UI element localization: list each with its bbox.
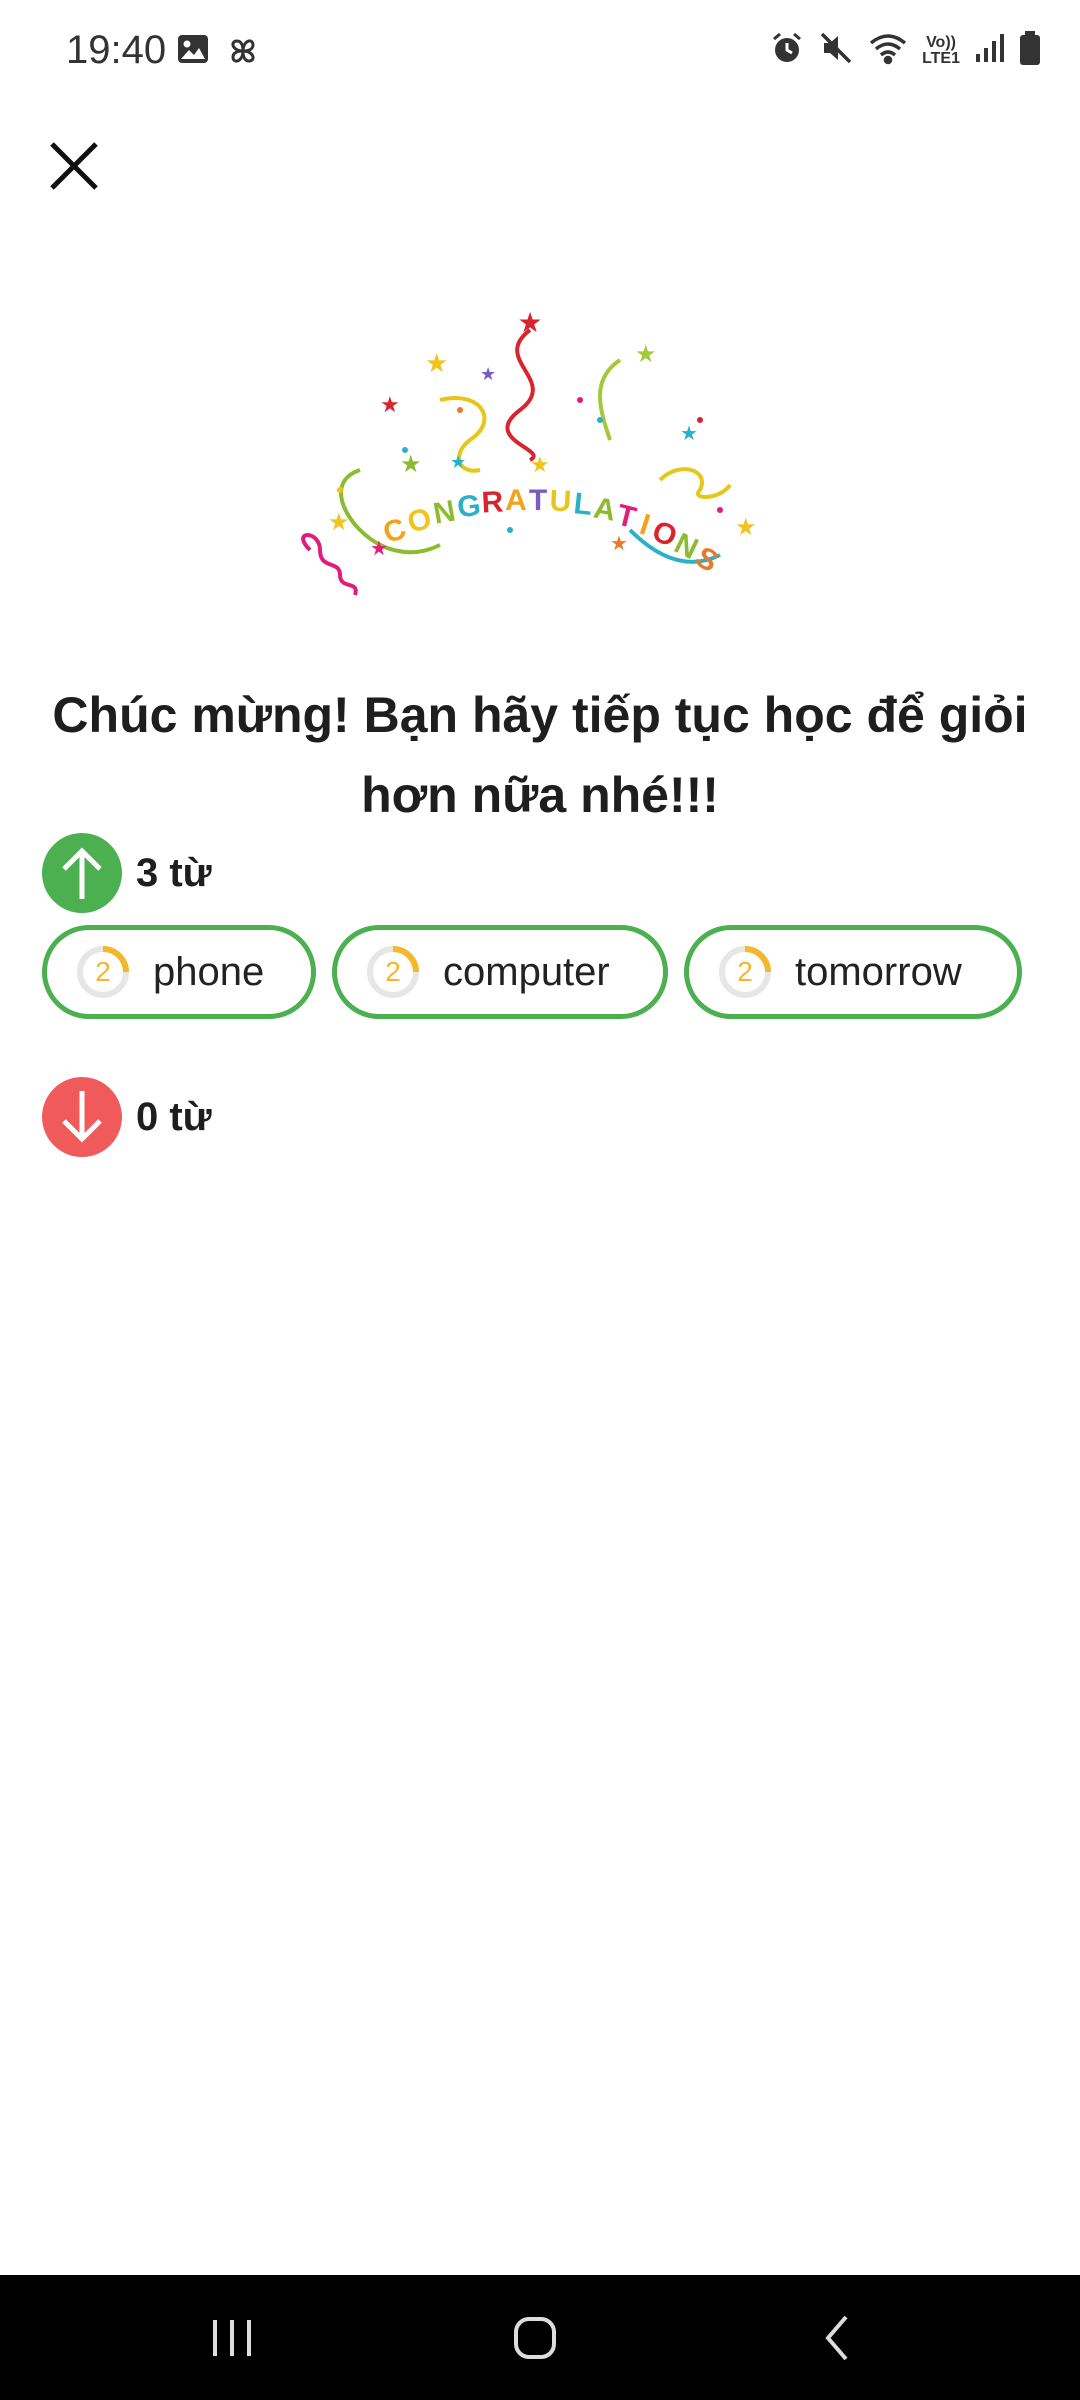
wifi-icon bbox=[868, 31, 908, 70]
congratulations-message: Chúc mừng! Bạn hãy tiếp tục học để giỏi … bbox=[40, 675, 1040, 835]
status-time: 19:40 bbox=[66, 28, 167, 72]
status-bar: 19:40 Vo)) LTE1 bbox=[0, 0, 1080, 110]
svg-text:L: L bbox=[572, 487, 594, 522]
svg-text:R: R bbox=[481, 485, 505, 519]
close-button[interactable] bbox=[44, 136, 104, 196]
improved-count: 3 từ bbox=[136, 850, 212, 895]
word-chip-computer[interactable]: 2 computer bbox=[332, 925, 668, 1019]
lte-label: LTE1 bbox=[922, 49, 960, 67]
word-chip-tomorrow[interactable]: 2 tomorrow bbox=[684, 925, 1022, 1019]
image-icon bbox=[176, 32, 210, 75]
svg-text:★: ★ bbox=[635, 341, 657, 368]
pinwheel-icon bbox=[224, 32, 262, 75]
back-button[interactable] bbox=[778, 2295, 898, 2380]
svg-text:★: ★ bbox=[370, 538, 388, 560]
word-text: computer bbox=[443, 949, 610, 994]
svg-text:★: ★ bbox=[380, 392, 400, 417]
word-text: tomorrow bbox=[795, 949, 962, 994]
svg-text:★: ★ bbox=[517, 307, 542, 338]
svg-text:★: ★ bbox=[735, 514, 757, 541]
arrow-down-icon bbox=[42, 1077, 122, 1157]
svg-text:★: ★ bbox=[680, 423, 698, 445]
word-chip-phone[interactable]: 2 phone bbox=[42, 925, 316, 1019]
recents-icon bbox=[213, 2319, 251, 2356]
level-ring-icon: 2 bbox=[717, 944, 773, 1000]
svg-text:★: ★ bbox=[400, 451, 422, 478]
close-icon bbox=[50, 142, 98, 190]
alarm-icon bbox=[770, 31, 804, 70]
word-text: phone bbox=[153, 949, 265, 994]
svg-text:★: ★ bbox=[480, 364, 496, 384]
congratulations-illustration: ★ ★ ★ ★ ★ ★ ★ ★ ★ ★ ★ ★ ★ C O N G R A T … bbox=[280, 300, 780, 610]
declined-words-header: 0 từ bbox=[42, 1077, 212, 1157]
svg-text:G: G bbox=[456, 489, 483, 524]
svg-text:★: ★ bbox=[328, 509, 350, 536]
word-level: 2 bbox=[737, 956, 753, 987]
recents-button[interactable] bbox=[172, 2295, 292, 2380]
svg-text:U: U bbox=[549, 484, 572, 518]
improved-words-header: 3 từ bbox=[42, 833, 212, 913]
message-line-2: hơn nữa nhé!!! bbox=[361, 767, 719, 823]
word-level: 2 bbox=[95, 956, 111, 987]
svg-text:T: T bbox=[613, 499, 639, 535]
home-button[interactable] bbox=[475, 2295, 595, 2380]
svg-text:T: T bbox=[529, 484, 547, 517]
word-level: 2 bbox=[385, 956, 401, 987]
home-icon bbox=[514, 2316, 556, 2359]
mute-icon bbox=[818, 30, 854, 71]
svg-text:N: N bbox=[431, 495, 458, 531]
declined-count: 0 từ bbox=[136, 1094, 212, 1139]
svg-text:A: A bbox=[591, 492, 618, 528]
level-ring-icon: 2 bbox=[75, 944, 131, 1000]
svg-text:A: A bbox=[505, 484, 527, 517]
svg-text:★: ★ bbox=[450, 452, 466, 472]
battery-icon bbox=[1018, 30, 1042, 71]
message-line-1: Chúc mừng! Bạn hãy tiếp tục học để giỏi bbox=[52, 687, 1028, 743]
svg-text:O: O bbox=[404, 502, 435, 540]
arrow-up-icon bbox=[42, 833, 122, 913]
network-type: Vo)) LTE1 bbox=[922, 33, 960, 67]
level-ring-icon: 2 bbox=[365, 944, 421, 1000]
signal-icon bbox=[974, 32, 1004, 69]
svg-text:★: ★ bbox=[610, 533, 628, 555]
improved-words-list: 2 phone 2 computer 2 tomorrow bbox=[42, 925, 1042, 1025]
svg-text:★: ★ bbox=[425, 348, 448, 378]
system-nav-bar bbox=[0, 2275, 1080, 2400]
back-icon bbox=[825, 2315, 848, 2360]
volte-label: Vo)) bbox=[926, 33, 956, 51]
svg-text:★: ★ bbox=[530, 452, 550, 477]
